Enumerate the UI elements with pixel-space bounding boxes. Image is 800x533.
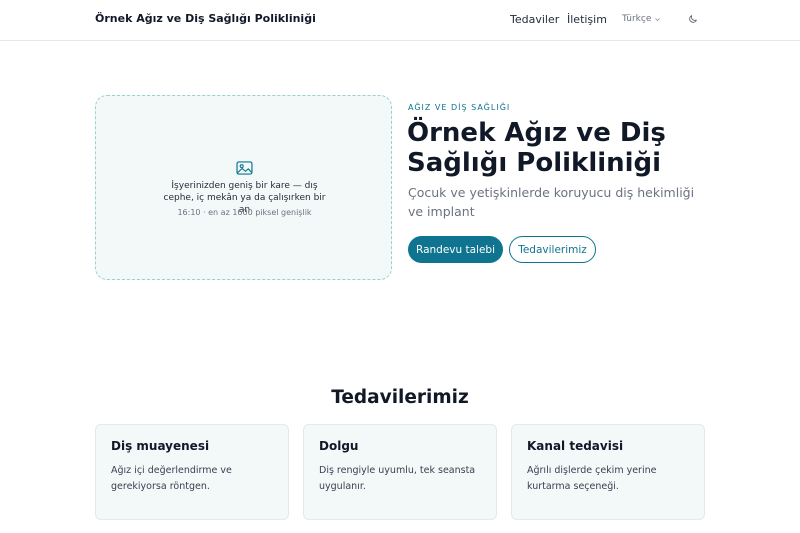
treatment-card-text: Diş rengiyle uyumlu, tek seansta uygulan… <box>319 465 476 492</box>
appointment-request-button[interactable]: Randevu talebi <box>408 236 503 263</box>
chevron-down-icon <box>655 17 661 21</box>
moon-icon[interactable] <box>688 14 698 24</box>
treatment-card: Kanal tedavisi Ağrılı dişlerde çekim yer… <box>511 424 705 520</box>
treatment-card-text: Ağız içi değerlendirme ve gerekiyorsa rö… <box>111 465 232 492</box>
nav-link-contact[interactable]: İletişim <box>567 13 607 26</box>
treatment-card-text: Ağrılı dişlerde çekim yerine kurtarma se… <box>527 465 657 492</box>
hero-title: Örnek Ağız ve Diş Sağlığı Polikliniği <box>407 118 666 178</box>
image-placeholder-hint: 16:10 · en az 1600 piksel genişlik <box>177 208 312 217</box>
site-brand[interactable]: Örnek Ağız ve Diş Sağlığı Polikliniği <box>95 12 316 25</box>
treatments-button[interactable]: Tedavilerimiz <box>509 236 596 263</box>
site-header: Örnek Ağız ve Diş Sağlığı Polikliniği Te… <box>0 0 800 41</box>
image-icon <box>236 161 253 175</box>
treatment-card: Dolgu Diş rengiyle uyumlu, tek seansta u… <box>303 424 497 520</box>
treatment-card-title: Dolgu <box>319 439 359 453</box>
image-placeholder: İşyerinizden geniş bir kare — dış cephe,… <box>95 95 392 280</box>
language-selector[interactable]: Türkçe <box>622 14 661 24</box>
language-label: Türkçe <box>622 14 652 24</box>
nav-link-treatments[interactable]: Tedaviler <box>510 13 559 26</box>
treatment-card-title: Diş muayenesi <box>111 439 210 453</box>
treatment-card-title: Kanal tedavisi <box>527 439 624 453</box>
treatments-title: Tedavilerimiz <box>331 387 469 408</box>
hero-subtitle: Çocuk ve yetişkinlerde koruyucu diş heki… <box>408 185 695 219</box>
treatment-card: Diş muayenesi Ağız içi değerlendirme ve … <box>95 424 289 520</box>
hero-eyebrow: AĞIZ VE DİŞ SAĞLIĞI <box>408 103 511 112</box>
